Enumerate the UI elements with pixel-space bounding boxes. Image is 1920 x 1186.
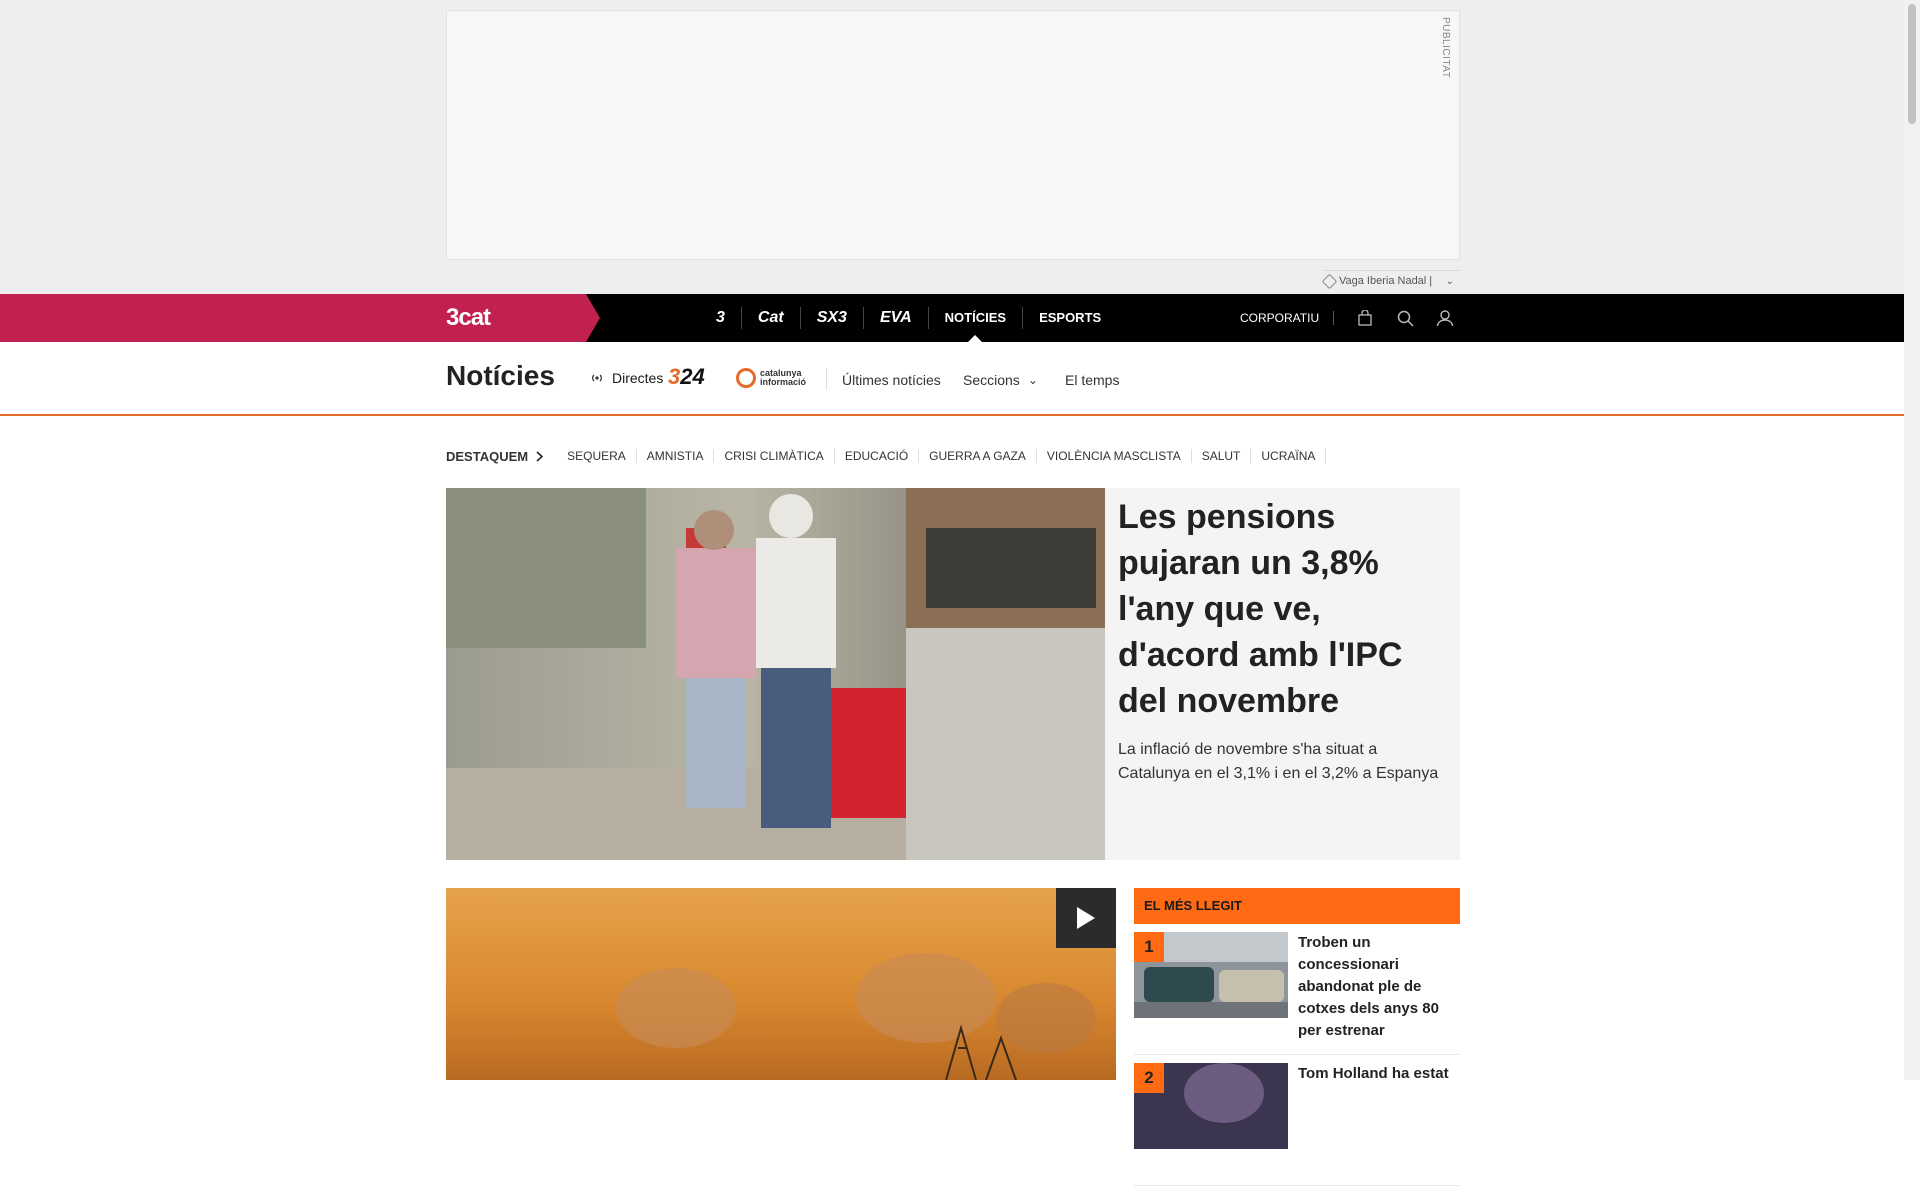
most-read-item[interactable]: 1 Troben un concessionari abandonat ple … — [1134, 924, 1460, 1055]
video-story-card[interactable] — [446, 888, 1116, 1080]
lead-story: Les pensions pujaran un 3,8% l'any que v… — [446, 488, 1460, 860]
lead-story-text: Les pensions pujaran un 3,8% l'any que v… — [1118, 494, 1448, 786]
bag-icon[interactable] — [1356, 309, 1374, 327]
brand-block — [0, 294, 600, 342]
highlight-educacio[interactable]: EDUCACIÓ — [835, 449, 920, 463]
ad-area: PUBLICITAT Vaga Iberia Nadal | ⌄ — [0, 0, 1904, 294]
most-read-rank: 1 — [1134, 932, 1164, 962]
most-read-title[interactable]: Tom Holland ha estat — [1298, 1063, 1450, 1085]
live-label: Directes — [612, 370, 664, 386]
live-link[interactable]: Directes — [590, 370, 663, 386]
chevron-down-icon: ⌄ — [1445, 275, 1454, 287]
highlight-salut[interactable]: SALUT — [1192, 449, 1252, 463]
ad-label: PUBLICITAT — [1440, 17, 1451, 79]
logo-catalunya-informacio[interactable]: catalunya informació — [736, 368, 806, 388]
most-read-rank: 2 — [1134, 1063, 1164, 1093]
lead-story-subtitle: La inflació de novembre s'ha situat a Ca… — [1118, 741, 1439, 782]
channel-nav: 3 Cat SX3 EVA NOTÍCIES ESPORTS — [700, 294, 1117, 342]
catinfo-text: catalunya informació — [760, 368, 807, 387]
play-icon — [1077, 907, 1095, 929]
weather-link[interactable]: El temps — [1065, 372, 1119, 388]
highlight-guerra-gaza[interactable]: GUERRA A GAZA — [919, 449, 1037, 463]
brand-logo[interactable]: 3cat — [446, 304, 491, 332]
play-button[interactable] — [1056, 888, 1116, 948]
user-icon[interactable] — [1436, 309, 1454, 327]
search-icon[interactable] — [1396, 309, 1414, 327]
channel-eva[interactable]: EVA — [864, 307, 929, 329]
channel-sx3[interactable]: SX3 — [801, 307, 864, 329]
ad-banner[interactable]: PUBLICITAT — [446, 10, 1460, 260]
scrollbar-thumb[interactable] — [1908, 4, 1916, 124]
broadcast-icon — [592, 374, 602, 382]
catinfo-icon — [736, 368, 756, 388]
channel-catradio[interactable]: Cat — [742, 307, 801, 329]
highlight-amnistia[interactable]: AMNISTIA — [637, 449, 715, 463]
section-nav: Notícies Directes 324 catalunya informaci… — [0, 342, 1904, 416]
tag-icon — [1321, 273, 1338, 289]
video-story-image — [446, 888, 1116, 1080]
latest-news-link[interactable]: Últimes notícies — [842, 372, 941, 388]
logo-324[interactable]: 324 — [668, 364, 705, 390]
chevron-right-icon — [536, 450, 544, 462]
most-read-heading: EL MÉS LLEGIT — [1134, 888, 1460, 924]
corporate-link[interactable]: CORPORATIU — [1240, 311, 1335, 325]
page-scrollbar[interactable] — [1904, 0, 1920, 1080]
top-right-tools: CORPORATIU — [1240, 294, 1454, 342]
channel-esports[interactable]: ESPORTS — [1023, 307, 1117, 329]
promo-label: Vaga Iberia Nadal | — [1339, 275, 1433, 287]
sections-label: Seccions — [963, 372, 1020, 388]
promo-link[interactable]: Vaga Iberia Nadal | ⌄ — [1321, 270, 1460, 291]
highlight-crisi-climatica[interactable]: CRISI CLIMÀTICA — [714, 449, 835, 463]
most-read-title[interactable]: Troben un concessionari abandonat ple de… — [1298, 932, 1450, 1042]
highlights-heading[interactable]: DESTAQUEM — [446, 449, 544, 464]
lead-story-image[interactable] — [446, 488, 1105, 860]
highlights-bar: DESTAQUEM SEQUERA AMNISTIA CRISI CLIMÀTI… — [446, 446, 1327, 466]
channel-noticies[interactable]: NOTÍCIES — [929, 307, 1024, 329]
section-title[interactable]: Notícies — [446, 360, 555, 392]
top-navbar: 3cat 3 Cat SX3 EVA NOTÍCIES ESPORTS CORP… — [0, 294, 1904, 342]
highlight-ucraina[interactable]: UCRAÏNA — [1251, 449, 1327, 463]
sections-dropdown[interactable]: Seccions ⌄ — [963, 372, 1038, 388]
most-read-panel: EL MÉS LLEGIT 1 Troben un concessionari … — [1134, 888, 1460, 1186]
channel-tv3[interactable]: 3 — [700, 307, 742, 329]
lead-story-title[interactable]: Les pensions pujaran un 3,8% l'any que v… — [1118, 494, 1448, 724]
most-read-item[interactable]: 2 Tom Holland ha estat — [1134, 1055, 1460, 1186]
highlight-violencia-masclista[interactable]: VIOLÈNCIA MASCLISTA — [1037, 449, 1192, 463]
nav-divider — [826, 368, 827, 390]
highlight-sequera[interactable]: SEQUERA — [557, 449, 637, 463]
chevron-down-icon: ⌄ — [1027, 373, 1038, 387]
